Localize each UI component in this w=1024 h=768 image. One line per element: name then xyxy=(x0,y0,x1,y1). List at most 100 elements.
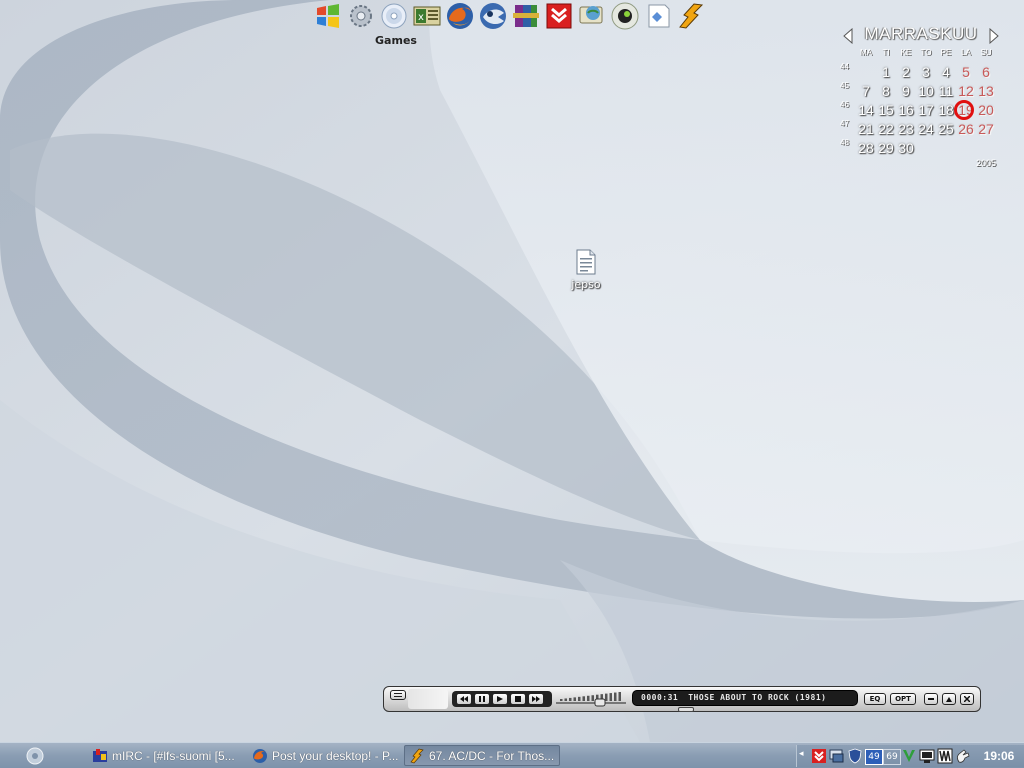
calendar-day[interactable]: 1 xyxy=(876,64,896,80)
seek-slider[interactable] xyxy=(678,707,694,712)
pause-button[interactable] xyxy=(474,693,490,705)
desktop-file-label: jepso xyxy=(571,278,601,291)
volume-bar xyxy=(605,693,608,701)
calendar-day[interactable]: 28 xyxy=(856,140,876,156)
calendar-day[interactable]: 30 xyxy=(896,140,916,156)
calendar-day[interactable]: 13 xyxy=(976,83,996,99)
calendar-day[interactable]: 10 xyxy=(916,83,936,99)
calendar-day[interactable]: 2 xyxy=(896,64,916,80)
download-arrow-icon[interactable] xyxy=(543,0,575,32)
calendar-day[interactable]: 24 xyxy=(916,121,936,137)
calendar-day[interactable]: 11 xyxy=(936,83,956,99)
taskbar-task-firefox[interactable]: Post your desktop! - P... xyxy=(248,745,398,766)
excel-icon[interactable]: x xyxy=(411,0,443,32)
calendar-day[interactable]: 26 xyxy=(956,121,976,137)
windows-icon[interactable] xyxy=(312,0,344,32)
equalizer-button[interactable]: EQ xyxy=(864,693,886,705)
player-menu-button[interactable] xyxy=(390,690,406,700)
network-globe-icon[interactable] xyxy=(576,0,608,32)
calendar-weekday: MA xyxy=(860,48,872,57)
firefox-icon[interactable] xyxy=(444,0,476,32)
paper-icon[interactable] xyxy=(642,0,674,32)
v-logo-icon[interactable] xyxy=(901,748,917,764)
calendar-weekday: SU xyxy=(980,48,992,57)
calendar-day[interactable]: 9 xyxy=(896,83,916,99)
winrar-tray-icon[interactable] xyxy=(937,748,953,764)
calendar-day[interactable]: 15 xyxy=(876,102,896,118)
network-icon[interactable] xyxy=(919,748,935,764)
winamp-icon[interactable] xyxy=(675,0,707,32)
calendar-today-marker xyxy=(954,100,974,120)
calendar-day[interactable]: 4 xyxy=(936,64,956,80)
volume-bar xyxy=(618,692,621,701)
calendar-weekday: TI xyxy=(882,48,890,57)
dock-label: Games xyxy=(375,34,417,47)
taskbar-task-label: Post your desktop! - P... xyxy=(272,748,398,763)
desktop: x Games MARRASKUU MA TI KE TO PE LA SU 4… xyxy=(0,0,1024,742)
shade-button[interactable] xyxy=(942,693,956,705)
calendar-day[interactable]: 23 xyxy=(896,121,916,137)
calendar-day[interactable]: 21 xyxy=(856,121,876,137)
firefox-icon xyxy=(253,748,267,763)
calendar-day[interactable]: 3 xyxy=(916,64,936,80)
calendar-day[interactable]: 29 xyxy=(876,140,896,156)
camera-icon[interactable] xyxy=(609,0,641,32)
calendar-week-number: 44 xyxy=(840,62,849,71)
next-track-button[interactable] xyxy=(528,693,544,705)
calendar-day[interactable]: 16 xyxy=(896,102,916,118)
previous-track-button[interactable] xyxy=(456,693,472,705)
winrar-icon[interactable] xyxy=(510,0,542,32)
calendar-weekday: PE xyxy=(940,48,952,57)
taskbar-task-mirc[interactable]: mIRC - [#lfs-suomi [5... xyxy=(88,745,240,766)
taskbar-task-label: mIRC - [#lfs-suomi [5... xyxy=(112,748,235,763)
stop-button[interactable] xyxy=(510,693,526,705)
volume-bar xyxy=(560,699,563,701)
volume-knob[interactable] xyxy=(594,698,606,707)
download-arrow-icon[interactable] xyxy=(811,748,827,764)
start-orb-icon xyxy=(26,747,44,765)
tray-expand-icon[interactable]: ◂ xyxy=(799,749,809,763)
calendar-day[interactable]: 27 xyxy=(976,121,996,137)
calendar-week-number: 48 xyxy=(840,138,849,147)
dock: x xyxy=(312,0,707,34)
cd-icon[interactable] xyxy=(378,0,410,32)
winamp-icon xyxy=(410,748,424,763)
hand-icon[interactable] xyxy=(955,748,971,764)
calendar-day[interactable]: 14 xyxy=(856,102,876,118)
thunderbird-icon[interactable] xyxy=(477,0,509,32)
monitor-icon[interactable] xyxy=(829,748,845,764)
play-button[interactable] xyxy=(492,693,508,705)
calendar-day[interactable]: 18 xyxy=(936,102,956,118)
calendar-day[interactable]: 12 xyxy=(956,83,976,99)
calendar-weekday: TO xyxy=(920,48,932,57)
gear-icon[interactable] xyxy=(345,0,377,32)
minimize-button[interactable] xyxy=(924,693,938,705)
taskbar-clock[interactable]: 19:06 xyxy=(977,749,1021,763)
calendar-day[interactable]: 5 xyxy=(956,64,976,80)
taskbar-task-label: 67. AC/DC - For Thos... xyxy=(429,748,555,763)
calendar-day[interactable]: 20 xyxy=(976,102,996,118)
calendar-prev-icon[interactable] xyxy=(842,28,854,44)
volume-bar xyxy=(564,698,567,701)
calendar-day[interactable]: 25 xyxy=(936,121,956,137)
shield-icon[interactable] xyxy=(847,748,863,764)
volume-slider[interactable] xyxy=(556,691,626,707)
calendar-weekday: KE xyxy=(900,48,912,57)
track-title: THOSE ABOUT TO ROCK (1981) xyxy=(688,693,827,702)
desktop-file-jepso[interactable]: jepso xyxy=(566,248,606,291)
volume-bar xyxy=(614,692,617,701)
calendar-day[interactable]: 6 xyxy=(976,64,996,80)
start-button[interactable] xyxy=(22,746,48,766)
calendar-day[interactable]: 7 xyxy=(856,83,876,99)
taskbar-task-winamp[interactable]: 67. AC/DC - For Thos... xyxy=(404,745,560,766)
calendar-day[interactable]: 8 xyxy=(876,83,896,99)
calendar-day[interactable]: 22 xyxy=(876,121,896,137)
tray-counter-1[interactable]: 49 xyxy=(865,749,883,765)
calendar-day[interactable]: 17 xyxy=(916,102,936,118)
volume-bar xyxy=(587,695,590,701)
options-button[interactable]: OPT xyxy=(890,693,916,705)
close-button[interactable] xyxy=(960,693,974,705)
calendar-next-icon[interactable] xyxy=(988,28,1000,44)
tray-counter-2[interactable]: 69 xyxy=(883,749,901,765)
mirc-icon xyxy=(93,748,107,762)
